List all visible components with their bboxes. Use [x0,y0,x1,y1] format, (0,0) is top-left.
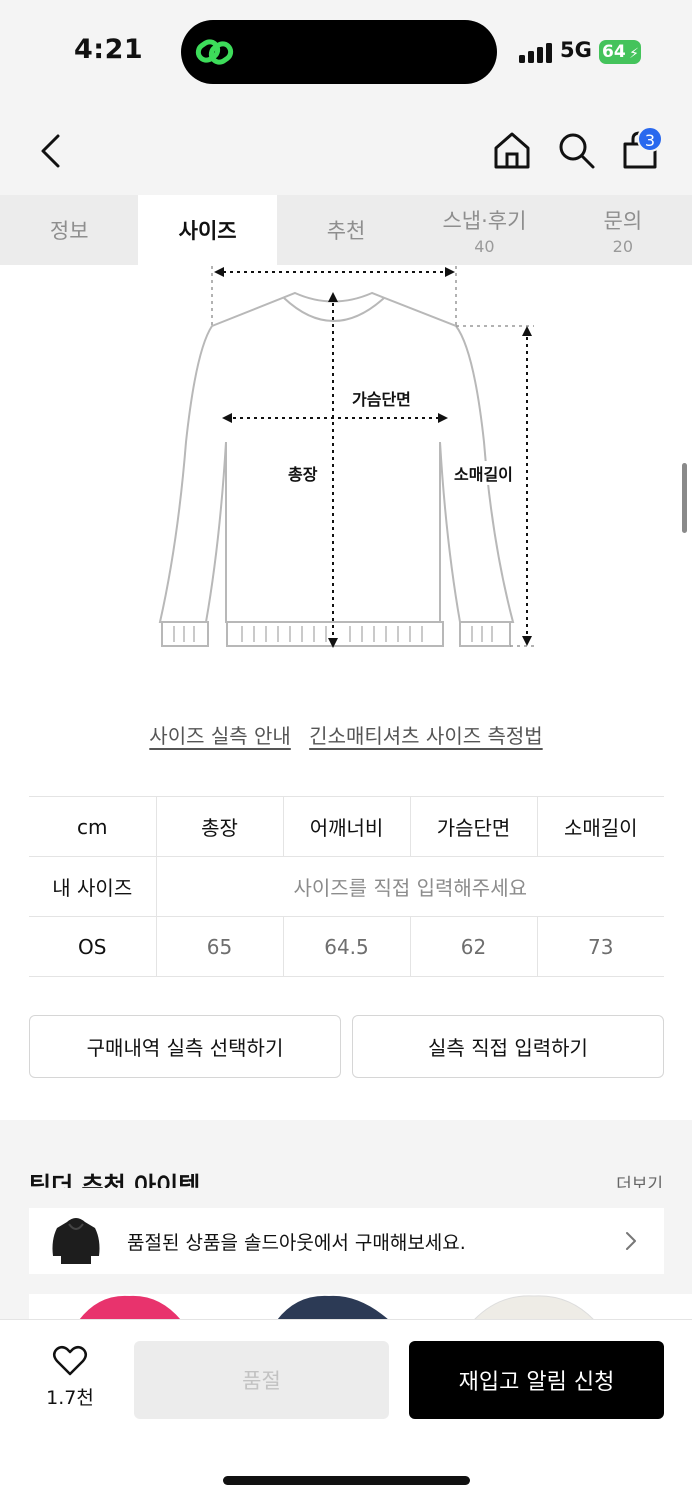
recommend-section-title: 팀더 추천 아이템 [29,1172,201,1188]
network-type: 5G [560,38,592,62]
tab-inquiry[interactable]: 문의 20 [554,195,692,265]
measure-method-link[interactable]: 긴소매티셔츠 사이즈 측정법 [309,724,543,748]
tab-size[interactable]: 사이즈 [138,195,277,265]
restock-alert-button[interactable]: 재입고 알림 신청 [409,1341,664,1419]
tab-label: 문의 [603,208,643,233]
scrollbar-thumb[interactable] [682,463,687,533]
home-indicator[interactable] [223,1476,470,1485]
tab-count: 20 [612,236,633,256]
size-guide-links: 사이즈 실측 안내 긴소매티셔츠 사이즈 측정법 [0,720,692,749]
size-table: cm 총장 어깨너비 가슴단면 소매길이 내 사이즈 사이즈를 직접 입력해주세… [29,796,664,977]
table-cell: 64.5 [282,916,410,977]
back-chevron-icon[interactable] [38,133,64,169]
home-icon[interactable] [492,130,532,170]
tab-label: 스냅·후기 [442,208,527,233]
table-cell: 73 [536,916,664,977]
product-tabs: 정보 사이즈 추천 스냅·후기 40 문의 20 [0,195,692,265]
my-size-label: 내 사이즈 [29,856,156,917]
sleeve-length-label: 소매길이 [452,461,515,485]
table-header: 총장 [155,796,283,857]
table-cell: 62 [409,916,537,977]
tab-info[interactable]: 정보 [0,195,138,265]
status-time: 4:21 [74,34,144,65]
like-button[interactable]: 1.7천 [40,1345,100,1410]
table-row: OS 65 64.5 62 73 [29,916,664,977]
soldout-banner[interactable]: 품절된 상품을 솔드아웃에서 구매해보세요. [29,1208,664,1274]
hoodie-image [52,1218,100,1264]
dynamic-island [181,20,497,84]
my-size-input[interactable]: 사이즈를 직접 입력해주세요 [155,856,664,917]
battery-icon: 64 ⚡ [599,40,641,64]
cart-count-badge: 3 [637,126,663,152]
charging-bolt-icon: ⚡ [629,46,639,62]
recommend-more-link[interactable]: 더보기 [616,1170,663,1188]
table-cell: 65 [155,916,283,977]
search-icon[interactable] [556,130,596,170]
chevron-right-icon [626,1232,636,1250]
total-length-label: 총장 [286,461,320,485]
table-header: 어깨너비 [282,796,410,857]
size-guide-link[interactable]: 사이즈 실측 안내 [149,724,291,748]
my-size-row: 내 사이즈 사이즈를 직접 입력해주세요 [29,856,664,917]
heart-icon [53,1346,87,1376]
ivory-hoodie-image [473,1295,595,1320]
recommend-product-strip [29,1294,692,1320]
hoodie-thumbnail [47,1208,105,1274]
soldout-banner-text: 품절된 상품을 솔드아웃에서 구매해보세요. [127,1231,466,1254]
product-images [79,1295,595,1320]
manual-measure-input-button[interactable]: 실측 직접 입력하기 [352,1015,664,1078]
tab-label: 정보 [49,219,89,243]
navy-hoodie-image [277,1295,389,1320]
table-header: 소매길이 [536,796,664,857]
battery-level: 64 [602,42,626,62]
status-bar: 4:21 5G 64 ⚡ [0,0,692,100]
tab-count: 40 [474,236,495,256]
table-header-row: cm 총장 어깨너비 가슴단면 소매길이 [29,796,664,857]
table-header: 가슴단면 [409,796,537,857]
table-header: cm [29,796,156,857]
chest-width-label: 가슴단면 [350,386,413,410]
size-name: OS [29,916,156,977]
link-app-icon [195,39,234,65]
soldout-button: 품절 [134,1341,389,1419]
select-purchase-measure-button[interactable]: 구매내역 실측 선택하기 [29,1015,341,1078]
tab-label: 사이즈 [178,219,237,243]
pink-hoodie-image [79,1295,181,1320]
signal-icon [519,41,553,63]
tab-recommend[interactable]: 추천 [277,195,415,265]
tab-label: 추천 [326,219,366,243]
like-count: 1.7천 [46,1387,94,1409]
tab-snap-review[interactable]: 스냅·후기 40 [415,195,553,265]
